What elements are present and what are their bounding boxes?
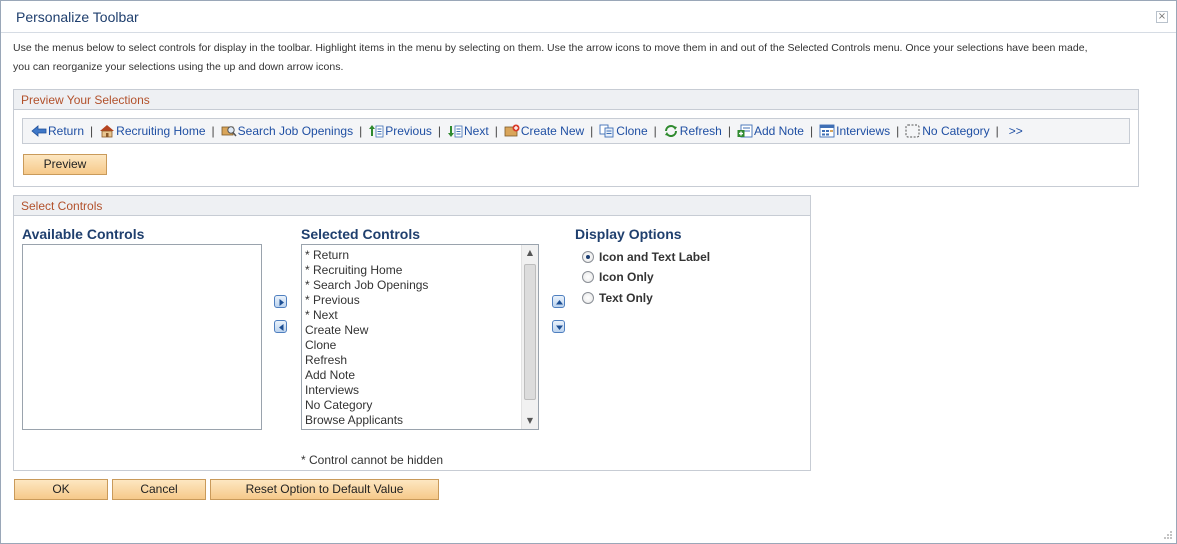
toolbar-separator: |	[727, 124, 731, 138]
refresh-icon	[663, 124, 679, 138]
radio-label: Icon and Text Label	[599, 250, 711, 264]
toolbar-separator: |	[90, 124, 94, 138]
available-controls-list[interactable]	[22, 244, 262, 430]
toolbar-more-link[interactable]: >>	[1009, 124, 1023, 138]
create-new-icon	[504, 124, 520, 138]
footnote-text: * Control cannot be hidden	[301, 453, 444, 467]
clone-icon	[599, 124, 615, 138]
home-icon	[99, 124, 115, 138]
toolbar-item-interviews[interactable]: Interviews	[819, 124, 890, 138]
previous-icon	[368, 124, 384, 138]
toolbar-separator: |	[995, 124, 999, 138]
toolbar-separator: |	[359, 124, 363, 138]
display-options-title: Display Options	[575, 226, 682, 242]
preview-section-header: Preview Your Selections	[14, 90, 1138, 110]
radio-label: Icon Only	[599, 270, 654, 284]
scroll-thumb[interactable]	[524, 264, 536, 400]
move-up-button[interactable]	[552, 295, 565, 308]
list-item[interactable]: Interviews	[302, 383, 538, 398]
toolbar-item-label: Next	[464, 124, 489, 138]
arrow-down-icon	[556, 325, 563, 330]
toolbar-item-previous[interactable]: Previous	[368, 124, 432, 138]
interviews-icon	[819, 124, 835, 138]
back-arrow-icon	[31, 124, 47, 138]
select-controls-header: Select Controls	[14, 196, 810, 216]
list-item[interactable]: Refresh	[302, 353, 538, 368]
selected-list-scrollbar[interactable]: ▲ ▼	[521, 245, 538, 429]
list-item[interactable]: * Previous	[302, 293, 538, 308]
toolbar-separator: |	[896, 124, 900, 138]
toolbar-item-refresh[interactable]: Refresh	[663, 124, 722, 138]
arrow-up-icon	[556, 300, 563, 305]
toolbar-item-label: Refresh	[679, 124, 722, 138]
toolbar-item-search-job-openings[interactable]: Search Job Openings	[221, 124, 353, 138]
dialog-titlebar: Personalize Toolbar ×	[1, 1, 1176, 33]
scroll-up-icon[interactable]: ▲	[522, 245, 538, 261]
toolbar-separator: |	[809, 124, 814, 138]
toolbar-item-label: Recruiting Home	[116, 124, 206, 138]
list-item[interactable]: No Category	[302, 398, 538, 413]
toolbar-item-label: Create New	[520, 124, 585, 138]
toolbar-item-recruiting-home[interactable]: Recruiting Home	[99, 124, 206, 138]
toolbar-separator: |	[437, 124, 441, 138]
selected-controls-title: Selected Controls	[301, 226, 421, 242]
list-item[interactable]: * Return	[302, 248, 538, 263]
arrow-right-icon	[279, 299, 284, 306]
toolbar-separator: |	[653, 124, 657, 138]
available-controls-title: Available Controls	[22, 226, 145, 242]
selected-controls-list[interactable]: * Return * Recruiting Home * Search Job …	[301, 244, 539, 430]
toolbar-item-next[interactable]: Next	[447, 124, 489, 138]
cancel-button[interactable]: Cancel	[112, 479, 206, 500]
list-item[interactable]: Create New	[302, 323, 538, 338]
scroll-down-icon[interactable]: ▼	[522, 413, 538, 429]
toolbar-item-label: Previous	[385, 124, 432, 138]
toolbar-item-label: Return	[48, 124, 85, 138]
radio-button[interactable]	[582, 271, 594, 283]
dialog-title: Personalize Toolbar	[16, 9, 139, 25]
list-item[interactable]: * Search Job Openings	[302, 278, 538, 293]
select-controls-section: Select Controls Available Controls Selec…	[13, 195, 811, 471]
display-option-text-only[interactable]: Text Only	[582, 291, 653, 305]
instructions-text: Use the menus below to select controls f…	[13, 42, 1088, 73]
resize-grip-icon[interactable]	[1163, 530, 1173, 540]
toolbar-item-label: Clone	[616, 124, 648, 138]
toolbar-item-clone[interactable]: Clone	[599, 124, 648, 138]
close-icon[interactable]: ×	[1156, 11, 1168, 23]
radio-button[interactable]	[582, 292, 594, 304]
radio-button-checked[interactable]	[582, 251, 594, 263]
list-item[interactable]: Clone	[302, 338, 538, 353]
radio-label: Text Only	[599, 291, 653, 305]
preview-toolbar: Return | Recruiting Home | Search Job Op…	[22, 118, 1130, 144]
ok-button[interactable]: OK	[14, 479, 108, 500]
search-icon	[221, 124, 237, 138]
toolbar-item-return[interactable]: Return	[31, 124, 84, 138]
list-item[interactable]: * Recruiting Home	[302, 263, 538, 278]
toolbar-item-label: Interviews	[836, 124, 891, 138]
display-option-icon-and-text[interactable]: Icon and Text Label	[582, 250, 710, 264]
arrow-left-icon	[279, 324, 284, 331]
toolbar-item-label: Add Note	[753, 124, 804, 138]
preview-section: Preview Your Selections Return | Recruit…	[13, 89, 1139, 187]
move-right-button[interactable]	[274, 295, 287, 308]
reset-default-button[interactable]: Reset Option to Default Value	[210, 479, 439, 500]
toolbar-item-label: No Category	[922, 124, 990, 138]
toolbar-separator: |	[590, 124, 594, 138]
personalize-toolbar-dialog: Personalize Toolbar × Use the menus belo…	[0, 0, 1177, 544]
toolbar-separator: |	[211, 124, 215, 138]
list-item[interactable]: Add Note	[302, 368, 538, 383]
no-category-icon	[905, 124, 921, 138]
move-left-button[interactable]	[274, 320, 287, 333]
add-note-icon	[737, 124, 753, 138]
move-down-button[interactable]	[552, 320, 565, 333]
list-item[interactable]: * Next	[302, 308, 538, 323]
display-option-icon-only[interactable]: Icon Only	[582, 270, 654, 284]
preview-button[interactable]: Preview	[23, 154, 107, 175]
toolbar-item-label: Search Job Openings	[237, 124, 354, 138]
toolbar-separator: |	[494, 124, 498, 138]
list-item[interactable]: Browse Applicants	[302, 413, 538, 428]
toolbar-item-create-new[interactable]: Create New	[504, 124, 584, 138]
next-icon	[447, 124, 463, 138]
toolbar-item-add-note[interactable]: Add Note	[737, 124, 804, 138]
toolbar-item-no-category[interactable]: No Category	[905, 124, 990, 138]
